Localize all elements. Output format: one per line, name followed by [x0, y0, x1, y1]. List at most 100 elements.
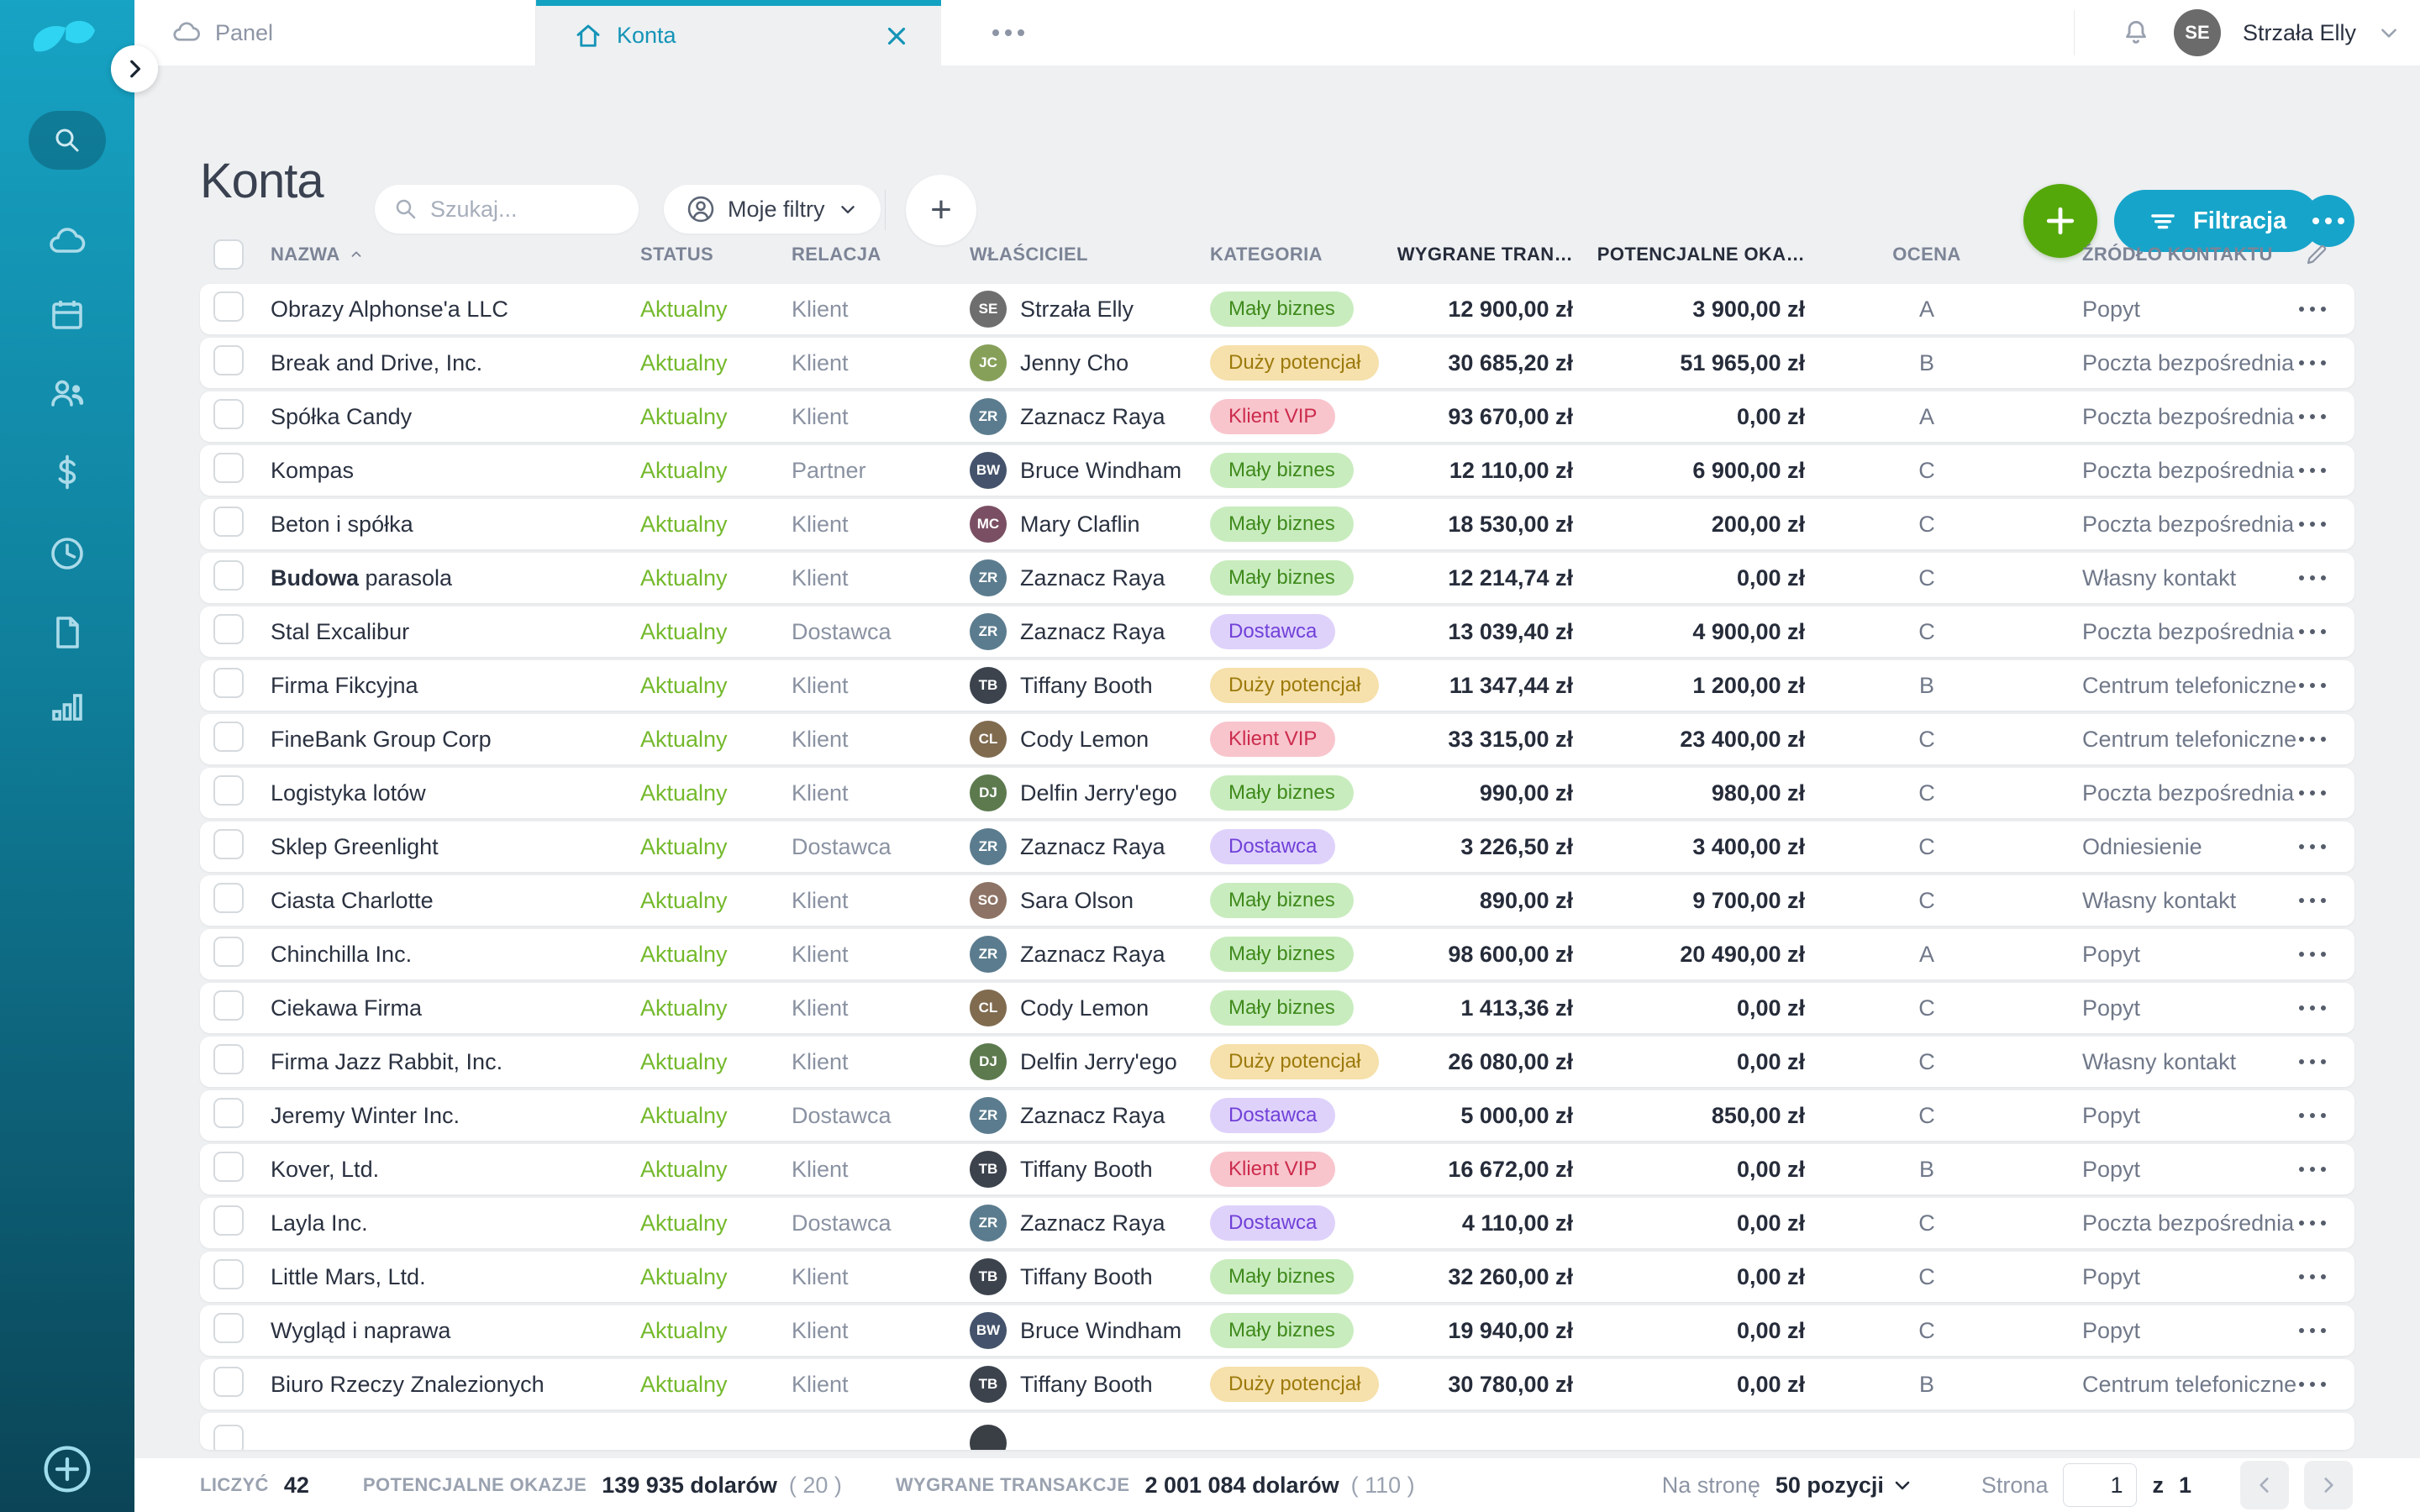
row-menu-button[interactable] [2299, 790, 2326, 795]
tabs-more-button[interactable] [975, 0, 1042, 66]
row-menu-button[interactable] [2299, 1059, 2326, 1064]
row-checkbox[interactable] [213, 990, 244, 1021]
search-box[interactable] [375, 185, 639, 234]
row-menu-button[interactable] [2299, 414, 2326, 419]
account-name-link[interactable]: Logistyka lotów [271, 780, 640, 806]
sidebar-item-documents[interactable] [0, 609, 134, 656]
won-amount: 30 780,00 zł [1397, 1372, 1573, 1398]
page-number-input[interactable] [2063, 1463, 2137, 1507]
row-checkbox[interactable] [213, 560, 244, 591]
row-menu-button[interactable] [2299, 1328, 2326, 1333]
row-menu-button[interactable] [2299, 1167, 2326, 1172]
row-checkbox[interactable] [213, 345, 244, 375]
row-checkbox[interactable] [213, 399, 244, 429]
row-checkbox[interactable] [213, 1313, 244, 1343]
search-input[interactable] [430, 197, 598, 223]
row-menu-button[interactable] [2299, 629, 2326, 634]
row-menu-button[interactable] [2299, 468, 2326, 473]
per-page-select[interactable]: 50 pozycji [1776, 1473, 1912, 1499]
account-name-link[interactable]: Spółka Candy [271, 404, 640, 430]
sidebar-item-calendar[interactable] [0, 291, 134, 339]
account-name-link[interactable]: Stal Excalibur [271, 619, 640, 645]
select-all-checkbox[interactable] [213, 239, 244, 270]
close-icon[interactable] [882, 22, 911, 50]
account-name-link[interactable]: Break and Drive, Inc. [271, 350, 640, 376]
account-name-link[interactable]: Wygląd i naprawa [271, 1318, 640, 1344]
account-name-link[interactable]: Firma Fikcyjna [271, 673, 640, 699]
row-menu-button[interactable] [2299, 844, 2326, 849]
row-checkbox[interactable] [213, 1367, 244, 1397]
column-header-name[interactable]: NAZWA [271, 244, 640, 265]
row-checkbox[interactable] [213, 1205, 244, 1236]
row-checkbox[interactable] [213, 775, 244, 806]
row-checkbox[interactable] [213, 668, 244, 698]
account-name-link[interactable]: Kover, Ltd. [271, 1157, 640, 1183]
account-name-link[interactable]: Jeremy Winter Inc. [271, 1103, 640, 1129]
row-checkbox[interactable] [213, 883, 244, 913]
account-name-link[interactable]: Kompas [271, 458, 640, 484]
tab-panel[interactable]: Panel [134, 0, 536, 66]
row-checkbox[interactable] [213, 1044, 244, 1074]
column-header-potential[interactable]: POTENCJALNE OKA… [1573, 244, 1805, 265]
column-header-owner[interactable]: WŁAŚCICIEL [970, 244, 1210, 265]
sidebar-expand-button[interactable] [111, 45, 158, 92]
account-name-link[interactable]: Layla Inc. [271, 1210, 640, 1236]
account-name-link[interactable]: Obrazy Alphonse'a LLC [271, 297, 640, 323]
account-name-link[interactable]: Biuro Rzeczy Znalezionych [271, 1372, 640, 1398]
owner-avatar: TB [970, 667, 1007, 704]
sidebar-search-button[interactable] [29, 111, 106, 170]
sidebar-item-reports[interactable] [0, 683, 134, 730]
column-header-category[interactable]: KATEGORIA [1210, 244, 1397, 265]
row-checkbox[interactable] [213, 1152, 244, 1182]
row-menu-button[interactable] [2299, 522, 2326, 527]
row-menu-button[interactable] [2299, 1113, 2326, 1118]
account-name-link[interactable]: Firma Jazz Rabbit, Inc. [271, 1049, 640, 1075]
sidebar-item-dashboard[interactable] [0, 218, 134, 265]
row-menu-button[interactable] [2299, 307, 2326, 312]
avatar[interactable]: SE [2174, 9, 2221, 56]
account-name-link[interactable]: Little Mars, Ltd. [271, 1264, 640, 1290]
account-name-link[interactable]: Budowa parasola [271, 565, 640, 591]
column-header-rating[interactable]: OCENA [1805, 244, 2049, 265]
row-menu-button[interactable] [2299, 898, 2326, 903]
user-menu[interactable]: SE Strzała Elly [2120, 0, 2400, 66]
next-page-button[interactable] [2304, 1461, 2353, 1509]
account-name-link[interactable]: Sklep Greenlight [271, 834, 640, 860]
row-menu-button[interactable] [2299, 737, 2326, 742]
column-header-status[interactable]: STATUS [640, 244, 792, 265]
row-menu-button[interactable] [2299, 575, 2326, 580]
account-name-link[interactable]: Ciasta Charlotte [271, 888, 640, 914]
sidebar-item-history[interactable] [0, 530, 134, 577]
row-checkbox[interactable] [213, 829, 244, 859]
row-checkbox[interactable] [213, 722, 244, 752]
row-menu-button[interactable] [2299, 1221, 2326, 1226]
tab-konta[interactable]: Konta [536, 0, 941, 66]
sidebar-add-button[interactable] [40, 1442, 94, 1496]
row-menu-button[interactable] [2299, 1382, 2326, 1387]
account-name-link[interactable]: Beton i spółka [271, 512, 640, 538]
sidebar-item-contacts[interactable] [0, 370, 134, 417]
account-name-link[interactable]: Ciekawa Firma [271, 995, 640, 1021]
row-menu-button[interactable] [2299, 360, 2326, 365]
row-checkbox[interactable] [213, 453, 244, 483]
row-checkbox[interactable] [213, 507, 244, 537]
row-checkbox[interactable] [213, 291, 244, 322]
account-name-link[interactable]: Chinchilla Inc. [271, 942, 640, 968]
bell-icon[interactable] [2120, 17, 2152, 49]
column-header-won[interactable]: WYGRANE TRAN… [1397, 244, 1573, 265]
my-filters-button[interactable]: Moje filtry [664, 185, 881, 234]
row-menu-button[interactable] [2299, 1005, 2326, 1011]
column-header-source[interactable]: ŹRÓDŁO KONTAKTU [2049, 244, 2284, 265]
edit-columns-icon[interactable] [2304, 242, 2329, 267]
column-header-relation[interactable]: RELACJA [792, 244, 970, 265]
row-checkbox[interactable] [213, 937, 244, 967]
row-checkbox[interactable] [213, 1098, 244, 1128]
row-checkbox[interactable] [213, 1259, 244, 1289]
prev-page-button[interactable] [2240, 1461, 2289, 1509]
account-name-link[interactable]: FineBank Group Corp [271, 727, 640, 753]
row-menu-button[interactable] [2299, 683, 2326, 688]
row-menu-button[interactable] [2299, 952, 2326, 957]
sidebar-item-finance[interactable] [0, 449, 134, 496]
row-menu-button[interactable] [2299, 1274, 2326, 1279]
row-checkbox[interactable] [213, 614, 244, 644]
